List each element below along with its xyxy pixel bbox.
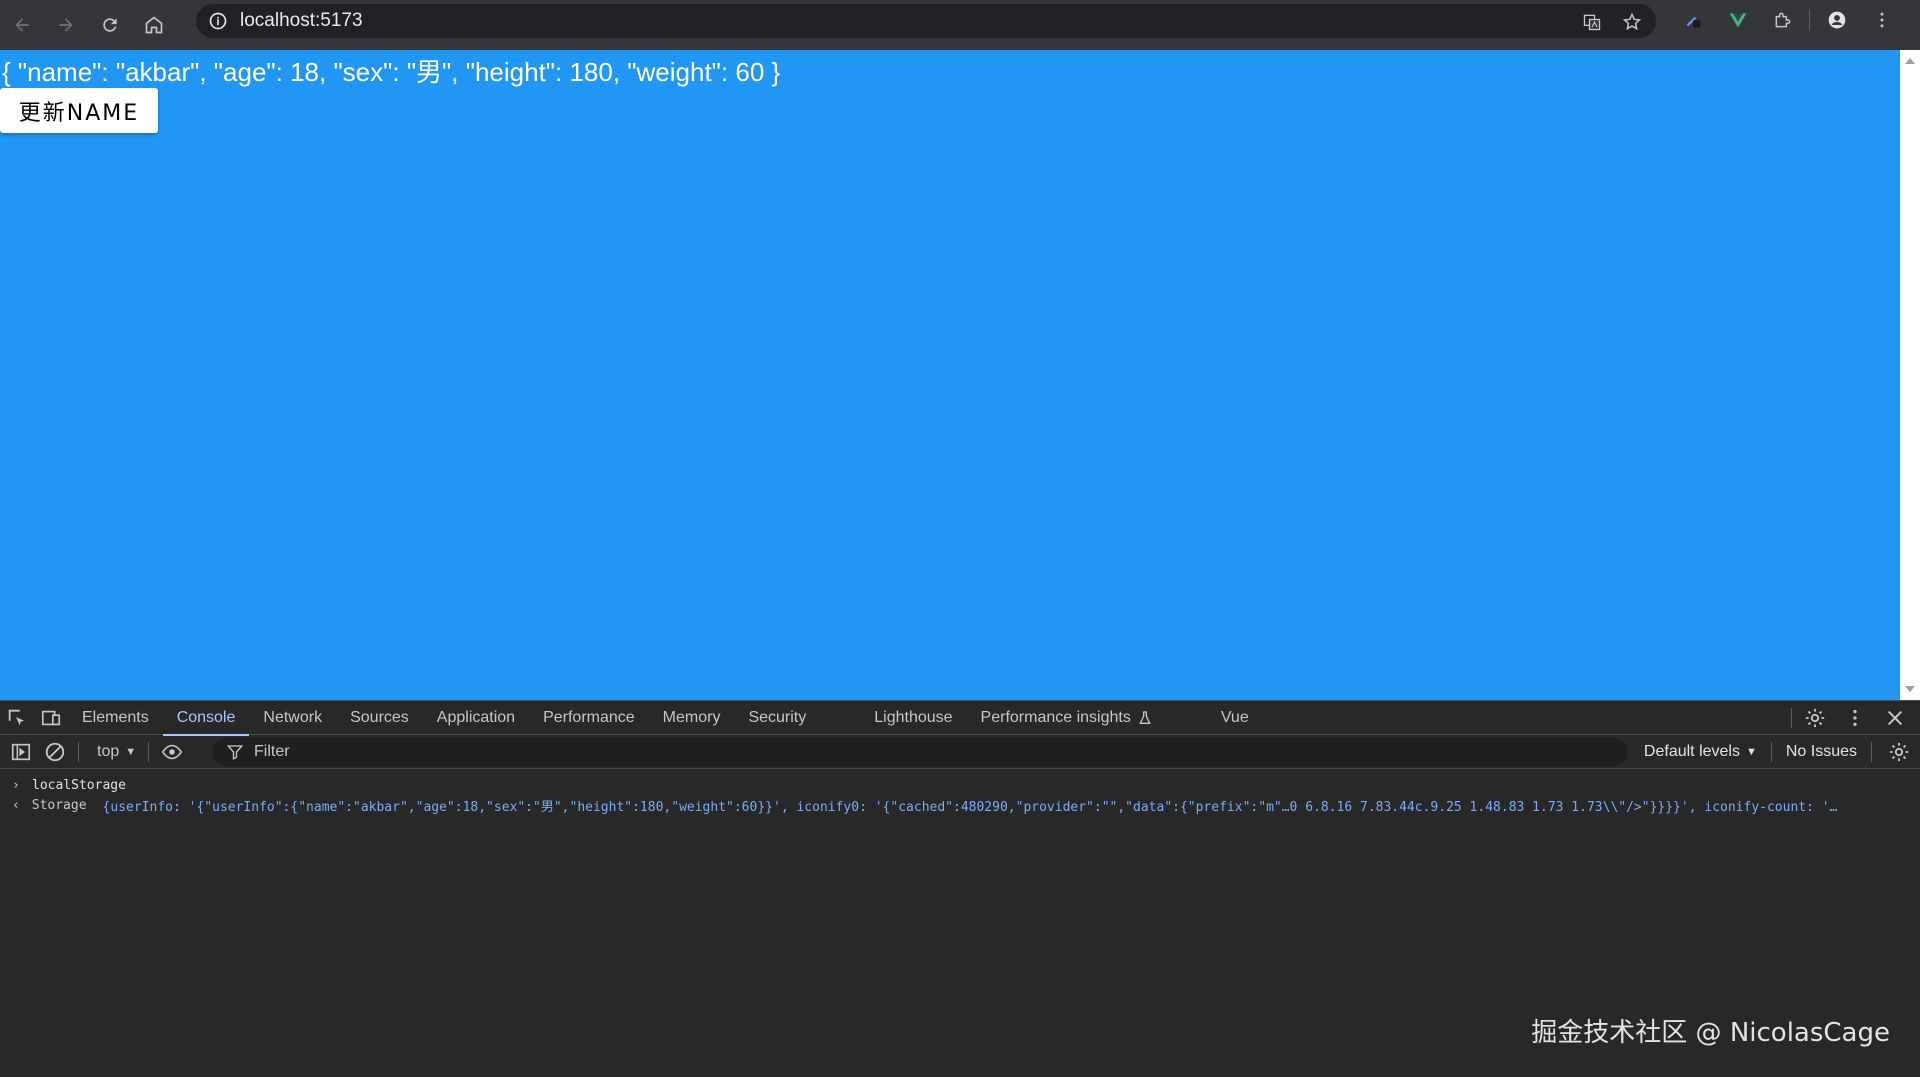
context-selector-label: top <box>97 742 120 760</box>
translate-icon[interactable] <box>1576 10 1608 34</box>
result-arrow-icon: ‹ <box>12 797 20 813</box>
chevron-down-icon: ▼ <box>125 745 137 758</box>
console-toolbar: top ▼ Filter Default levels ▼ No Issues <box>0 735 1920 769</box>
tab-console[interactable]: Console <box>162 701 250 736</box>
result-type-label[interactable]: Storage <box>32 798 87 813</box>
tab-memory[interactable]: Memory <box>649 701 735 735</box>
console-filter-input[interactable]: Filter <box>212 738 1628 766</box>
tab-security[interactable]: Security <box>734 701 820 735</box>
console-input-line: › localStorage <box>0 775 1920 795</box>
watermark: 掘金技术社区 @ NicolasCage <box>1531 1018 1890 1048</box>
log-levels-dropdown[interactable]: Default levels ▼ <box>1644 743 1757 761</box>
tab-elements[interactable]: Elements <box>68 701 163 735</box>
url-text: localhost:5173 <box>240 10 363 31</box>
tab-lighthouse[interactable]: Lighthouse <box>860 701 966 735</box>
bookmark-star-icon[interactable] <box>1616 10 1648 34</box>
clear-console-icon[interactable] <box>38 735 72 769</box>
site-info-icon[interactable] <box>208 11 228 31</box>
console-command: localStorage <box>32 777 126 793</box>
console-settings-gear-icon[interactable] <box>1886 735 1912 769</box>
extension-pen-icon[interactable] <box>1670 0 1715 40</box>
toolbar-divider <box>148 741 150 762</box>
json-output: { "name": "akbar", "age": 18, "sex": "男"… <box>2 57 781 87</box>
filter-funnel-icon <box>226 745 244 760</box>
extensions-puzzle-icon[interactable] <box>1760 0 1805 40</box>
show-sidebar-icon[interactable] <box>4 735 38 769</box>
tab-network[interactable]: Network <box>249 701 336 735</box>
tab-performance[interactable]: Performance <box>529 701 649 735</box>
browser-menu-icon[interactable] <box>1859 0 1904 40</box>
chevron-down-icon: ▼ <box>1745 746 1757 758</box>
devtools-menu-icon[interactable] <box>1838 701 1872 735</box>
input-chevron-icon: › <box>12 777 20 793</box>
scroll-up-arrow-icon[interactable] <box>1905 58 1915 64</box>
inspect-element-icon[interactable] <box>0 701 34 735</box>
scroll-down-arrow-icon[interactable] <box>1905 686 1915 692</box>
toolbar-divider <box>1809 9 1810 31</box>
browser-toolbar: localhost:5173 <box>0 0 1920 50</box>
tab-application[interactable]: Application <box>423 701 529 735</box>
tab-performance-insights[interactable]: Performance insights <box>967 701 1167 735</box>
console-result-line[interactable]: ‹ Storage {userInfo: '{"userInfo":{"name… <box>0 795 1920 815</box>
toolbar-divider <box>1770 742 1772 762</box>
result-value[interactable]: {userInfo: '{"userInfo":{"name":"akbar",… <box>103 796 1920 815</box>
live-expression-eye-icon[interactable] <box>155 735 189 769</box>
address-bar[interactable]: localhost:5173 <box>196 4 1656 38</box>
page-viewport: { "name": "akbar", "age": 18, "sex": "男"… <box>0 50 1900 700</box>
forward-icon[interactable] <box>44 5 88 45</box>
page-scrollbar[interactable] <box>1900 50 1920 700</box>
back-icon[interactable] <box>0 5 44 45</box>
tabbar-divider <box>1791 708 1792 728</box>
home-icon[interactable] <box>132 5 176 45</box>
tab-vue[interactable]: Vue <box>1207 701 1263 735</box>
settings-gear-icon[interactable] <box>1798 701 1832 735</box>
console-output: › localStorage ‹ Storage {userInfo: '{"u… <box>0 769 1920 815</box>
close-devtools-icon[interactable] <box>1878 701 1912 735</box>
log-levels-label: Default levels <box>1643 743 1740 760</box>
filter-placeholder: Filter <box>254 743 290 760</box>
tab-sources[interactable]: Sources <box>336 701 423 735</box>
device-toolbar-icon[interactable] <box>34 701 68 735</box>
issues-counter[interactable]: No Issues <box>1786 743 1857 761</box>
toolbar-divider <box>1871 742 1872 762</box>
vue-devtools-icon[interactable] <box>1715 0 1760 40</box>
tab-performance-insights-label: Performance insights <box>980 708 1131 726</box>
devtools-tabbar: Elements Console Network Sources Applica… <box>0 701 1920 736</box>
toolbar-divider <box>78 741 79 762</box>
update-name-button[interactable]: 更新NAME <box>0 88 158 133</box>
context-selector[interactable]: top ▼ <box>85 743 148 761</box>
profile-avatar-icon[interactable] <box>1814 0 1859 40</box>
reload-icon[interactable] <box>88 5 132 45</box>
experiment-flask-icon <box>1139 710 1151 724</box>
